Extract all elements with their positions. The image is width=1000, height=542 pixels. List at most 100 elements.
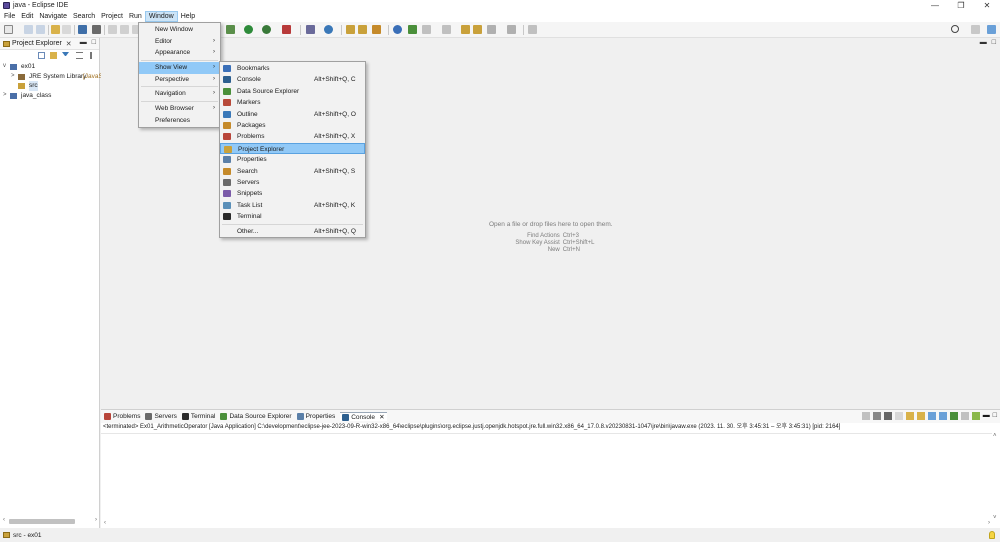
horizontal-scrollbar[interactable]: ‹ › <box>101 520 1000 528</box>
maximize-view-icon[interactable]: □ <box>92 39 96 46</box>
scroll-thumb[interactable] <box>9 519 75 524</box>
debug-icon[interactable] <box>226 25 235 34</box>
menu-file[interactable]: File <box>1 11 18 22</box>
lock-scroll-icon[interactable] <box>861 412 870 420</box>
minimize-view-icon[interactable]: ▬ <box>80 39 87 46</box>
external-tools-icon[interactable] <box>282 25 291 34</box>
menu-project[interactable]: Project <box>98 11 126 22</box>
resume-icon[interactable] <box>108 25 117 34</box>
view-menu-icon[interactable] <box>76 52 83 59</box>
view-item-other[interactable]: Other... Alt+Shift+Q, Q <box>220 226 365 237</box>
next-annotation-icon[interactable] <box>422 25 431 34</box>
maximize-view-icon[interactable]: □ <box>993 412 997 420</box>
menu-item-navigation[interactable]: Navigation › <box>139 88 220 100</box>
menu-window[interactable]: Window <box>144 11 178 22</box>
scroll-right-icon[interactable]: › <box>95 517 97 523</box>
last-edit-icon[interactable] <box>461 25 470 34</box>
tab-servers[interactable]: Servers <box>145 413 177 420</box>
close-icon[interactable]: ✕ <box>66 40 72 48</box>
menu-item-perspective[interactable]: Perspective › <box>139 74 220 86</box>
view-item-outline[interactable]: Outline Alt+Shift+Q, O <box>220 109 365 120</box>
tab-properties[interactable]: Properties <box>296 413 335 420</box>
minimize-editor-icon[interactable]: ▬ <box>980 39 987 46</box>
lightbulb-icon[interactable] <box>989 531 995 539</box>
view-item-servers[interactable]: Servers <box>220 177 365 188</box>
scroll-up-icon[interactable]: ˄ <box>993 433 997 439</box>
skip-breakpoints-icon[interactable] <box>92 25 101 34</box>
tree-item-jre-library[interactable]: > JRE System Library [JavaS <box>0 72 103 82</box>
tree-item-java-class[interactable]: > java_class <box>0 91 99 101</box>
view-item-problems[interactable]: Problems Alt+Shift+Q, X <box>220 131 365 142</box>
view-item-packages[interactable]: Packages <box>220 120 365 131</box>
show-on-error-icon[interactable] <box>938 412 947 420</box>
pin-console-icon[interactable] <box>949 412 958 420</box>
remove-all-terminated-icon[interactable] <box>883 412 892 420</box>
java-ee-perspective-icon[interactable] <box>987 25 996 34</box>
forward-history-icon[interactable] <box>507 25 516 34</box>
menu-help[interactable]: Help <box>178 11 198 22</box>
terminal-icon[interactable] <box>78 25 87 34</box>
pin-editor-icon[interactable] <box>528 25 537 34</box>
expand-arrow-icon[interactable]: > <box>3 91 7 101</box>
expand-arrow-icon[interactable]: v <box>3 62 6 72</box>
maximize-editor-icon[interactable]: □ <box>992 39 996 46</box>
menu-item-new-window[interactable]: New Window <box>139 24 220 36</box>
open-perspective-icon[interactable] <box>971 25 980 34</box>
quick-access-search-icon[interactable] <box>951 25 959 33</box>
new-icon[interactable] <box>4 25 13 34</box>
menu-item-show-view[interactable]: Show View › <box>139 62 220 74</box>
tab-problems[interactable]: Problems <box>104 413 140 420</box>
link-with-editor-icon[interactable] <box>50 52 57 59</box>
menu-edit[interactable]: Edit <box>18 11 36 22</box>
view-item-task-list[interactable]: Task List Alt+Shift+Q, K <box>220 200 365 211</box>
filter-icon[interactable] <box>62 52 69 56</box>
view-item-console[interactable]: Console Alt+Shift+Q, C <box>220 74 365 85</box>
menu-navigate[interactable]: Navigate <box>36 11 70 22</box>
close-button[interactable]: ✕ <box>974 0 1000 11</box>
tree-item-src[interactable]: src <box>0 81 99 91</box>
back-icon[interactable] <box>473 25 482 34</box>
scroll-right-icon[interactable]: › <box>988 520 990 526</box>
menu-search[interactable]: Search <box>70 11 98 22</box>
menu-item-appearance[interactable]: Appearance › <box>139 47 220 59</box>
open-task-icon[interactable] <box>358 25 367 34</box>
vertical-scrollbar[interactable]: ˄ ˅ <box>992 433 1000 521</box>
open-type-icon[interactable] <box>346 25 355 34</box>
display-console-icon[interactable] <box>960 412 969 420</box>
view-item-search[interactable]: Search Alt+Shift+Q, S <box>220 166 365 177</box>
word-wrap-icon[interactable] <box>916 412 925 420</box>
save-all-icon[interactable] <box>36 25 45 34</box>
tab-console[interactable]: Console ✕ <box>340 412 387 421</box>
view-item-data-source-explorer[interactable]: Data Source Explorer <box>220 86 365 97</box>
more-options-icon[interactable] <box>90 52 92 59</box>
minimize-view-icon[interactable]: ▬ <box>983 412 990 420</box>
view-item-bookmarks[interactable]: Bookmarks <box>220 63 365 74</box>
scroll-lock-icon[interactable] <box>905 412 914 420</box>
menu-item-editor[interactable]: Editor › <box>139 36 220 48</box>
web-browser-icon[interactable] <box>393 25 402 34</box>
view-item-snippets[interactable]: Snippets <box>220 188 365 199</box>
remove-launch-icon[interactable] <box>872 412 881 420</box>
menu-item-web-browser[interactable]: Web Browser › <box>139 103 220 115</box>
view-item-properties[interactable]: Properties <box>220 154 365 165</box>
new-java-class-icon[interactable] <box>324 25 333 34</box>
show-on-output-icon[interactable] <box>927 412 936 420</box>
minimize-button[interactable]: — <box>922 0 948 11</box>
suspend-icon[interactable] <box>120 25 129 34</box>
coverage-icon[interactable] <box>262 25 271 34</box>
tree-item-ex01[interactable]: v ex01 <box>0 62 99 72</box>
clear-console-icon[interactable] <box>894 412 903 420</box>
project-explorer-tab[interactable]: Project Explorer ✕ ▬ □ <box>0 38 99 50</box>
view-item-terminal[interactable]: Terminal <box>220 211 365 222</box>
tab-terminal[interactable]: Terminal <box>181 413 215 420</box>
open-console-icon[interactable] <box>971 412 980 420</box>
console-output[interactable] <box>101 433 992 521</box>
expand-arrow-icon[interactable]: > <box>11 72 15 82</box>
view-item-project-explorer[interactable]: Project Explorer <box>220 142 365 155</box>
save-icon[interactable] <box>24 25 33 34</box>
run-icon[interactable] <box>244 25 253 34</box>
toggle-ant-icon[interactable] <box>408 25 417 34</box>
restore-button[interactable]: ❐ <box>948 0 974 11</box>
close-icon[interactable]: ✕ <box>379 413 384 421</box>
scroll-left-icon[interactable]: ‹ <box>3 517 5 523</box>
